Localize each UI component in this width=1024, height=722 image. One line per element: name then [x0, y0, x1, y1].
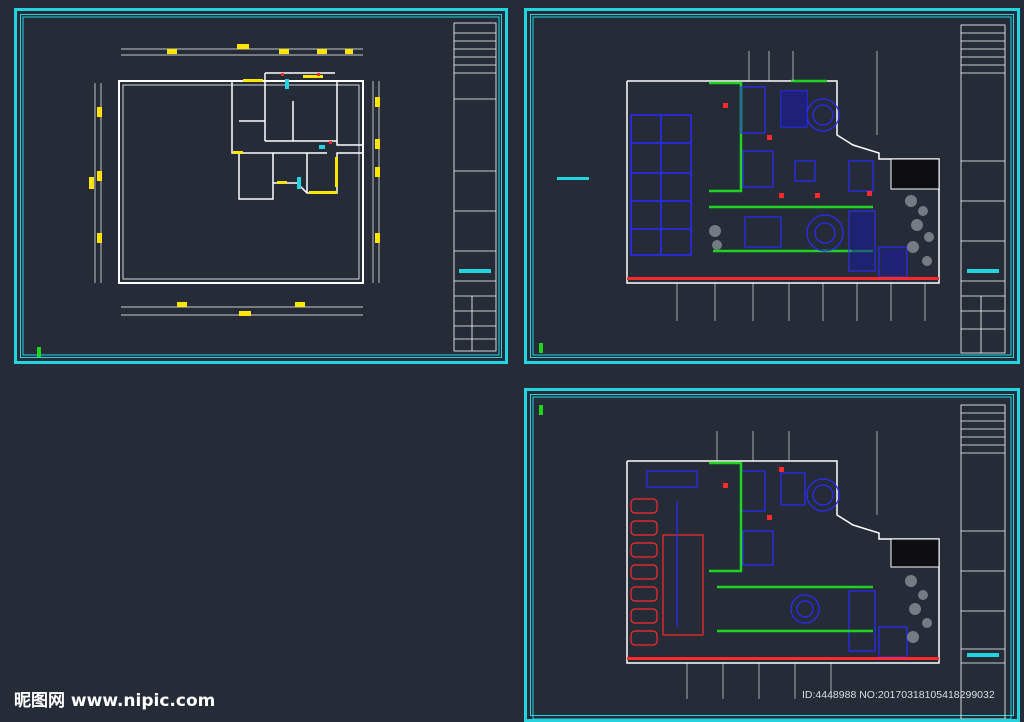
drawing-sheet-original-plan[interactable]	[14, 8, 508, 364]
ceiling-plan-drawing	[532, 396, 1012, 719]
original-plan-drawing	[22, 16, 500, 357]
apartment-wall-fills	[233, 75, 338, 194]
title-block	[453, 22, 497, 352]
feature-block	[890, 538, 940, 568]
sheet-corner-mark	[539, 343, 543, 353]
inner-frame	[22, 16, 500, 356]
title-block	[960, 24, 1006, 354]
watermark-id: ID:4448988 NO:20170318105418299032	[802, 689, 995, 701]
drawing-sheet-furniture-plan[interactable]	[524, 8, 1020, 364]
section-marker	[557, 177, 589, 180]
site-boundary	[118, 80, 364, 284]
sheet-corner-mark	[37, 347, 41, 357]
title-block	[960, 404, 1006, 719]
planting	[905, 575, 932, 643]
furniture-grid	[630, 114, 692, 256]
title-block-accent	[967, 269, 999, 273]
right-dimension-lines	[372, 81, 380, 283]
apartment-windows	[285, 79, 325, 189]
sheet-corner-mark	[539, 405, 543, 415]
site-boundary-inner	[122, 84, 360, 280]
title-block-accent	[459, 269, 491, 273]
feature-block	[890, 158, 940, 190]
furniture-plan-drawing	[532, 16, 1012, 356]
ceiling-fixtures	[646, 470, 908, 658]
watermark-site: 昵图网 www.nipic.com	[14, 691, 216, 711]
bottom-dimension-labels	[177, 302, 305, 316]
title-block-accent	[967, 653, 999, 657]
lighting-strips	[630, 498, 704, 646]
drawing-sheet-ceiling-plan[interactable]	[524, 388, 1020, 722]
left-dimension-labels	[89, 107, 102, 243]
furniture-items	[740, 86, 908, 278]
